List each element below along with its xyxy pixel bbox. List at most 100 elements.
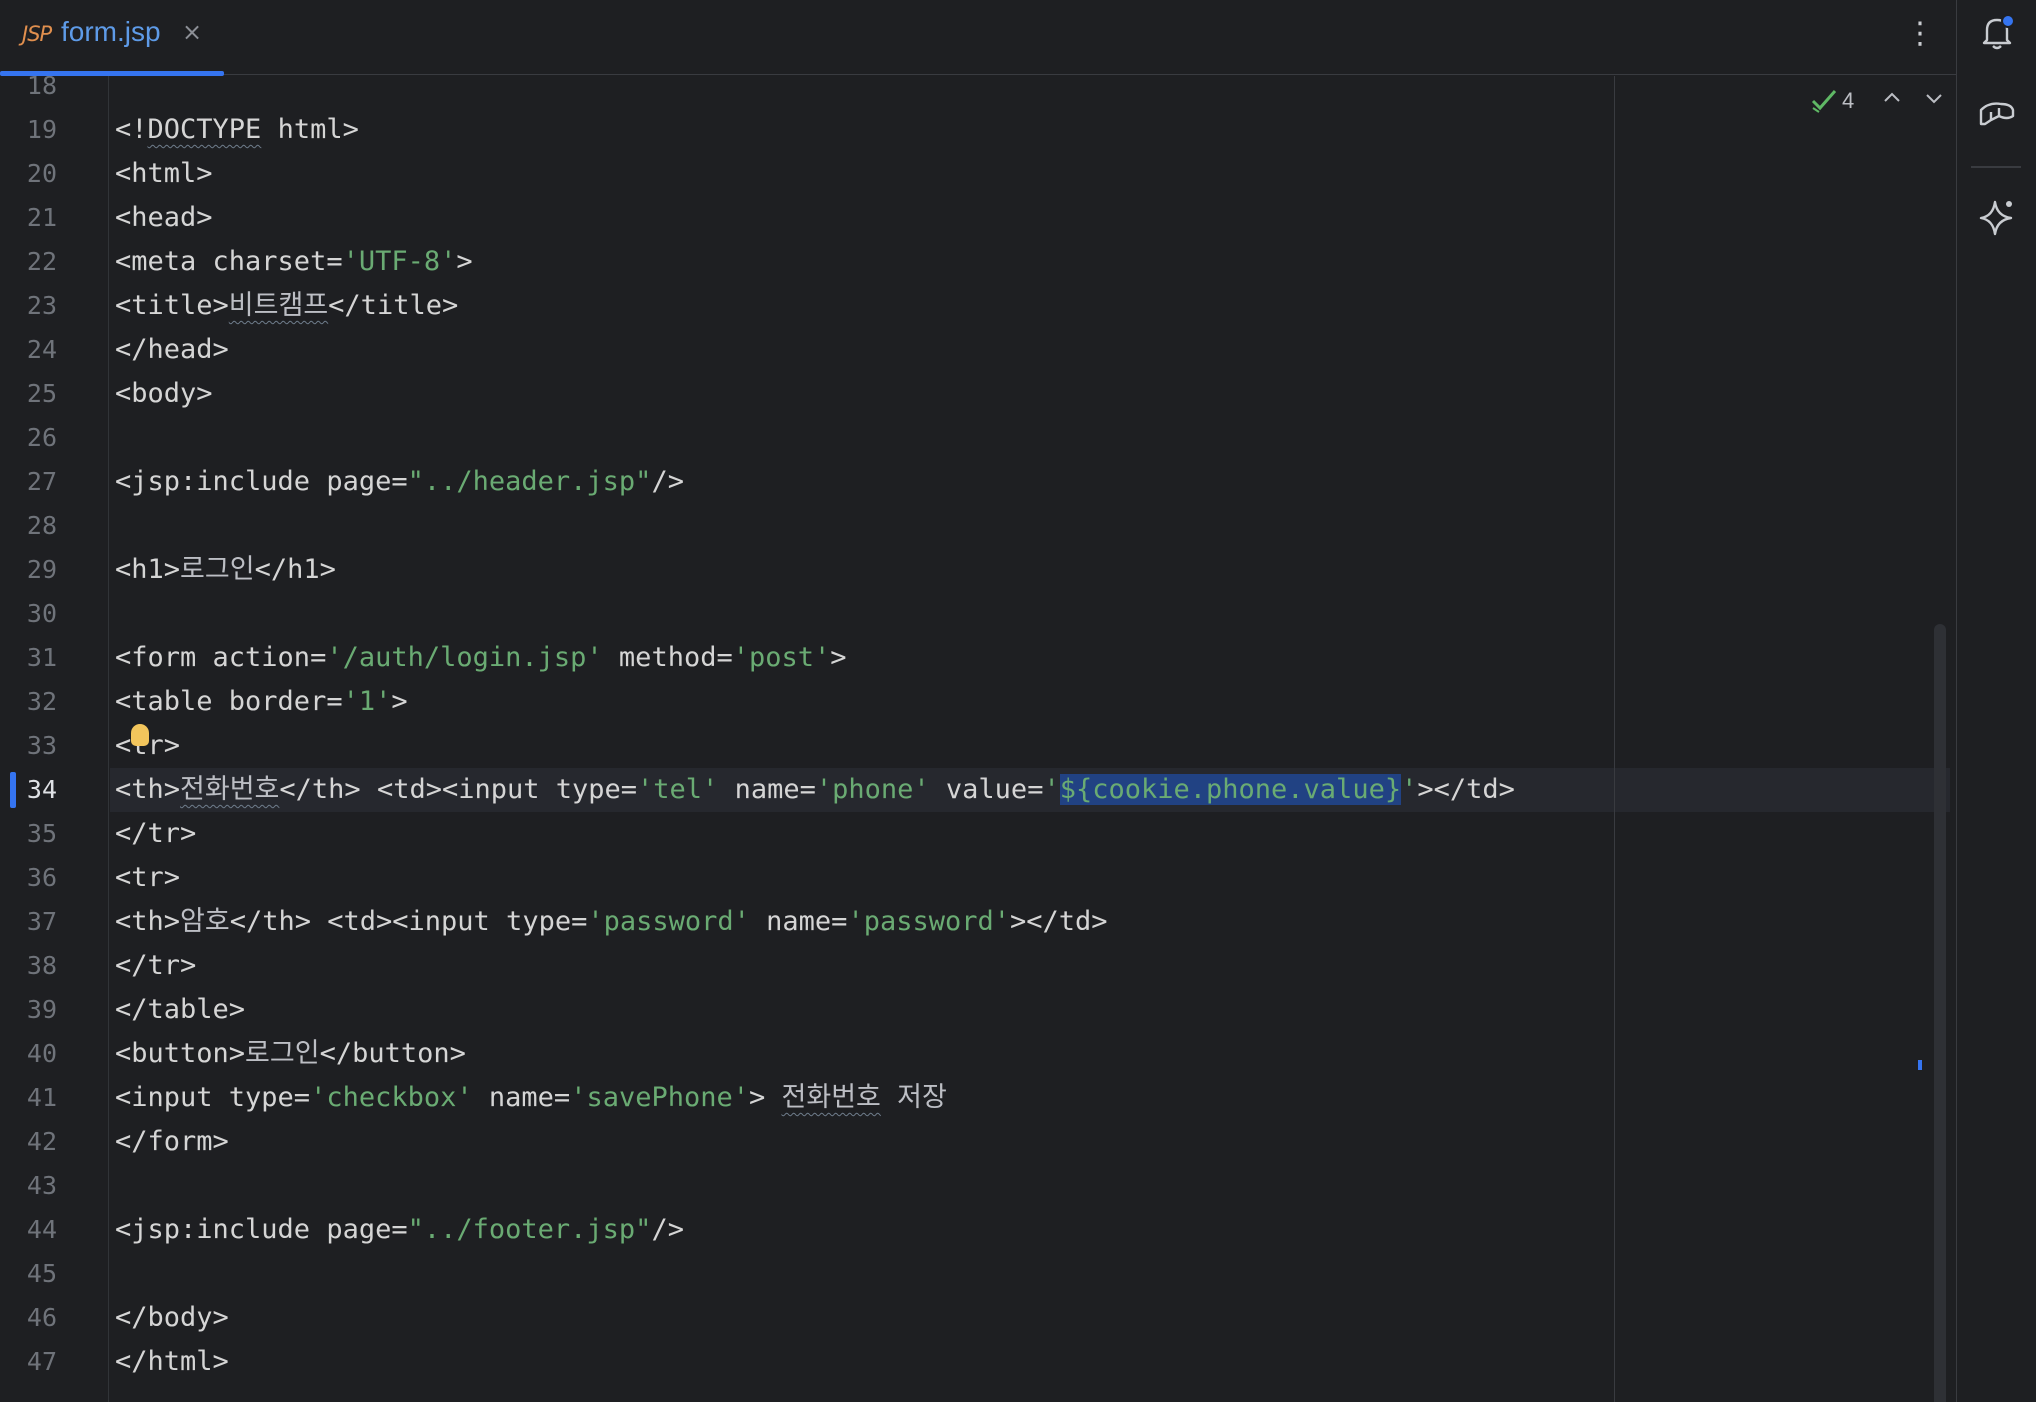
more-options-icon[interactable]: ⋮ <box>1905 14 1935 54</box>
line-number[interactable]: 20 <box>0 152 57 196</box>
line-number[interactable]: 22 <box>0 240 57 284</box>
code-line[interactable]: </html> <box>115 1340 229 1384</box>
line-number[interactable]: 44 <box>0 1208 57 1252</box>
next-highlight-icon[interactable] <box>1922 86 1946 110</box>
vertical-scrollbar[interactable] <box>1934 624 1946 1402</box>
code-line[interactable]: </head> <box>115 328 229 372</box>
code-token: 저장 <box>880 1082 947 1113</box>
code-token: 로그인 <box>180 554 255 585</box>
code-line[interactable]: <meta charset='UTF-8'> <box>115 240 473 284</box>
code-line[interactable]: <html> <box>115 152 213 196</box>
code-token: <h1> <box>115 554 181 585</box>
code-line[interactable]: <table border='1'> <box>115 680 408 724</box>
code-line[interactable]: <th>전화번호</th> <td><input type='tel' name… <box>115 768 1515 812</box>
notifications-icon[interactable] <box>1977 12 2017 52</box>
line-number[interactable]: 23 <box>0 284 57 328</box>
code-token: <table border= <box>115 686 343 717</box>
code-token: </tr> <box>115 950 197 981</box>
code-line[interactable]: </form> <box>115 1120 229 1164</box>
error-stripe-mark[interactable] <box>1918 1060 1922 1070</box>
code-line[interactable]: <h1>로그인</h1> <box>115 548 336 592</box>
line-number[interactable]: 37 <box>0 900 57 944</box>
code-line[interactable]: <title>비트캠프</title> <box>115 284 458 328</box>
code-token: '/auth/login.jsp' <box>326 642 603 673</box>
code-token: name= <box>472 1082 571 1113</box>
code-line[interactable]: <!DOCTYPE html> <box>115 108 359 152</box>
code-token: 'UTF-8' <box>342 246 457 277</box>
tab-label[interactable]: form.jsp <box>61 16 161 48</box>
line-number[interactable]: 24 <box>0 328 57 372</box>
code-line[interactable]: <jsp:include page="../header.jsp"/> <box>115 460 684 504</box>
code-line[interactable]: </tr> <box>115 944 196 988</box>
line-number[interactable]: 19 <box>0 108 57 152</box>
line-number[interactable]: 45 <box>0 1252 57 1296</box>
code-line[interactable]: <head> <box>115 196 213 240</box>
code-line[interactable]: <form action='/auth/login.jsp' method='p… <box>115 636 847 680</box>
code-token: 'tel' <box>637 774 719 805</box>
line-number[interactable]: 41 <box>0 1076 57 1120</box>
code-line[interactable]: <jsp:include page="../footer.jsp"/> <box>115 1208 684 1252</box>
code-token: DOCTYPE <box>147 114 262 145</box>
right-margin-guide <box>1614 76 1615 1402</box>
close-tab-icon[interactable]: × <box>182 18 202 46</box>
code-token: ></td> <box>1417 774 1515 805</box>
line-number[interactable]: 26 <box>0 416 57 460</box>
line-number[interactable]: 30 <box>0 592 57 636</box>
line-number[interactable]: 25 <box>0 372 57 416</box>
line-number[interactable]: 29 <box>0 548 57 592</box>
line-number[interactable]: 39 <box>0 988 57 1032</box>
code-token: ></td> <box>1010 906 1108 937</box>
tab-form-jsp[interactable]: JSP form.jsp × <box>0 0 224 76</box>
line-number-gutter[interactable]: 18 19 20 21 22 23 24 25 26 27 28 29 30 31 32 33 34 35 36 37… <box>0 76 109 1402</box>
code-token: ' <box>1043 774 1060 805</box>
line-number[interactable]: 40 <box>0 1032 57 1076</box>
code-token: /> <box>651 1214 684 1245</box>
code-token: <head> <box>115 202 213 233</box>
line-number[interactable]: 38 <box>0 944 57 988</box>
ai-assistant-icon[interactable] <box>1977 196 2017 236</box>
code-line[interactable]: <input type='checkbox' name='savePhone'>… <box>115 1076 947 1120</box>
code-line[interactable]: </body> <box>115 1296 229 1340</box>
code-token: 'password' <box>847 906 1011 937</box>
line-number[interactable]: 34 <box>0 768 57 812</box>
code-token: <html> <box>115 158 213 189</box>
database-icon[interactable] <box>1977 94 2017 134</box>
code-token: 전화번호 <box>781 1082 881 1113</box>
code-token: </html> <box>115 1346 229 1377</box>
code-token: html> <box>261 114 359 145</box>
line-number[interactable]: 47 <box>0 1340 57 1384</box>
line-number[interactable]: 46 <box>0 1296 57 1340</box>
jsp-file-icon: JSP <box>22 22 52 46</box>
code-token: "../footer.jsp" <box>407 1214 652 1245</box>
line-number[interactable]: 32 <box>0 680 57 724</box>
line-number[interactable]: 43 <box>0 1164 57 1208</box>
line-number[interactable]: 21 <box>0 196 57 240</box>
line-number[interactable]: 36 <box>0 856 57 900</box>
code-line[interactable]: <body> <box>115 372 213 416</box>
code-line[interactable]: <button>로그인</button> <box>115 1032 466 1076</box>
code-token: > <box>830 642 847 673</box>
intention-bulb-icon[interactable] <box>131 724 149 746</box>
line-number[interactable]: 33 <box>0 724 57 768</box>
code-token: > <box>749 1082 782 1113</box>
code-token: method= <box>602 642 733 673</box>
code-token: <input type= <box>115 1082 311 1113</box>
code-line[interactable]: <th>암호</th> <td><input type='password' n… <box>115 900 1108 944</box>
code-line[interactable]: <tr> <box>115 856 180 900</box>
code-token: <th> <box>115 906 181 937</box>
line-number[interactable]: 27 <box>0 460 57 504</box>
previous-highlight-icon[interactable] <box>1880 86 1904 110</box>
code-token: 'checkbox' <box>310 1082 473 1113</box>
line-number[interactable]: 35 <box>0 812 57 856</box>
code-token: </title> <box>328 290 459 321</box>
right-tool-window-bar <box>1956 0 2036 1402</box>
line-number[interactable]: 18 <box>0 76 57 108</box>
code-line[interactable]: </table> <box>115 988 245 1032</box>
code-editor[interactable]: 18 19 20 21 22 23 24 25 26 27 28 29 30 31 32 33 34 35 36 37… <box>0 76 1956 1402</box>
line-number[interactable]: 28 <box>0 504 57 548</box>
code-token: <button> <box>115 1038 246 1069</box>
code-token: <! <box>115 114 148 145</box>
line-number[interactable]: 31 <box>0 636 57 680</box>
line-number[interactable]: 42 <box>0 1120 57 1164</box>
code-line[interactable]: </tr> <box>115 812 196 856</box>
